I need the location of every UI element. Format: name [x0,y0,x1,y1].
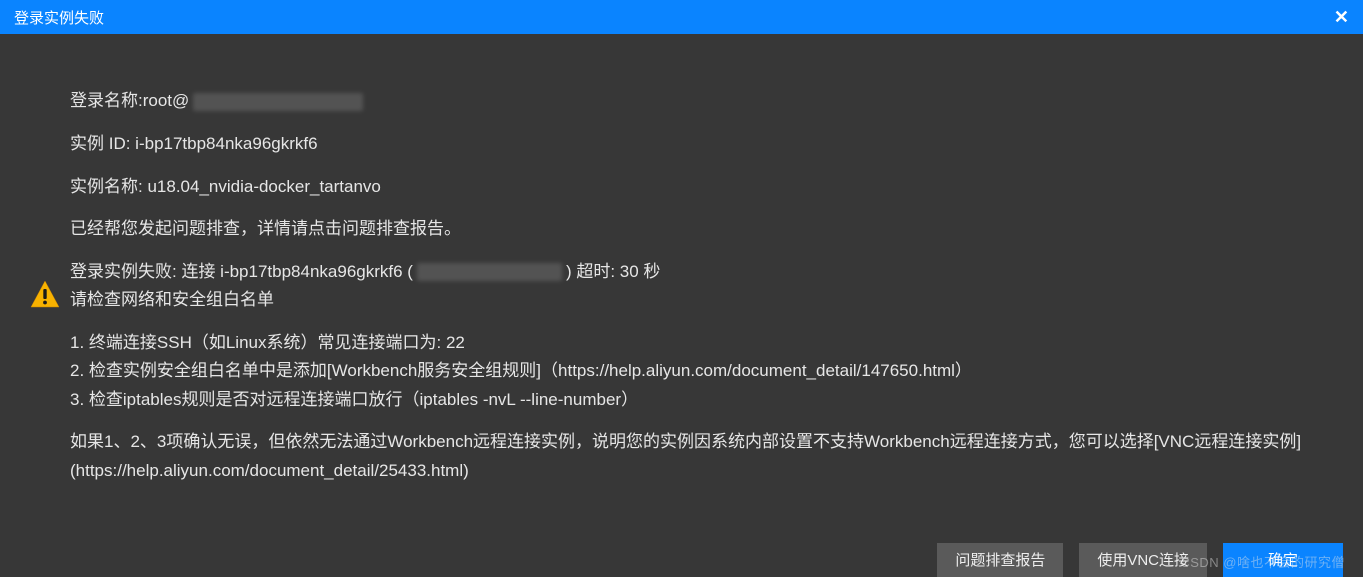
redacted-ip [417,263,562,281]
steps-block: 1. 终端连接SSH（如Linux系统）常见连接端口为: 22 2. 检查实例安… [70,329,1323,415]
login-name-row: 登录名称:root@ [70,87,1323,116]
footer-paragraph: 如果1、2、3项确认无误，但依然无法通过Workbench远程连接实例，说明您的… [70,428,1323,485]
report-button[interactable]: 问题排查报告 [937,543,1063,577]
title-bar: 登录实例失败 ✕ [0,0,1363,34]
step-1: 1. 终端连接SSH（如Linux系统）常见连接端口为: 22 [70,333,465,352]
instance-name-row: 实例名称: u18.04_nvidia-docker_tartanvo [70,173,1323,202]
close-icon[interactable]: ✕ [1334,8,1349,26]
instance-id-row: 实例 ID: i-bp17tbp84nka96gkrkf6 [70,130,1323,159]
step-2: 2. 检查实例安全组白名单中是添加[Workbench服务安全组规则]（http… [70,361,972,380]
instance-id-value: i-bp17tbp84nka96gkrkf6 [135,134,317,153]
use-vnc-button[interactable]: 使用VNC连接 [1079,543,1207,577]
check-whitelist: 请检查网络和安全组白名单 [70,290,274,309]
warning-icon [30,280,60,308]
dialog-title: 登录实例失败 [14,7,104,28]
login-name-label: 登录名称:root@ [70,91,189,110]
failure-suffix: ) 超时: 30 秒 [566,262,660,281]
failure-prefix: 登录实例失败: 连接 i-bp17tbp84nka96gkrkf6 ( [70,262,413,281]
dialog-body: 登录名称:root@ 实例 ID: i-bp17tbp84nka96gkrkf6… [0,34,1363,543]
step-3: 3. 检查iptables规则是否对远程连接端口放行（iptables -nvL… [70,390,638,409]
login-failed-dialog: 登录实例失败 ✕ 登录名称:root@ 实例 ID: i-bp17tbp84nk… [0,0,1363,577]
dialog-footer: 问题排查报告 使用VNC连接 确定 [0,543,1363,577]
redacted-login-host [193,93,363,111]
instance-name-label: 实例名称: [70,177,147,196]
failure-block: 登录实例失败: 连接 i-bp17tbp84nka96gkrkf6 ( ) 超时:… [70,258,1323,315]
troubleshoot-intro: 已经帮您发起问题排查，详情请点击问题排查报告。 [70,215,1323,244]
icon-column [20,280,70,308]
ok-button[interactable]: 确定 [1223,543,1343,577]
instance-id-label: 实例 ID: [70,134,135,153]
content-column: 登录名称:root@ 实例 ID: i-bp17tbp84nka96gkrkf6… [70,87,1323,499]
instance-name-value: u18.04_nvidia-docker_tartanvo [147,177,380,196]
